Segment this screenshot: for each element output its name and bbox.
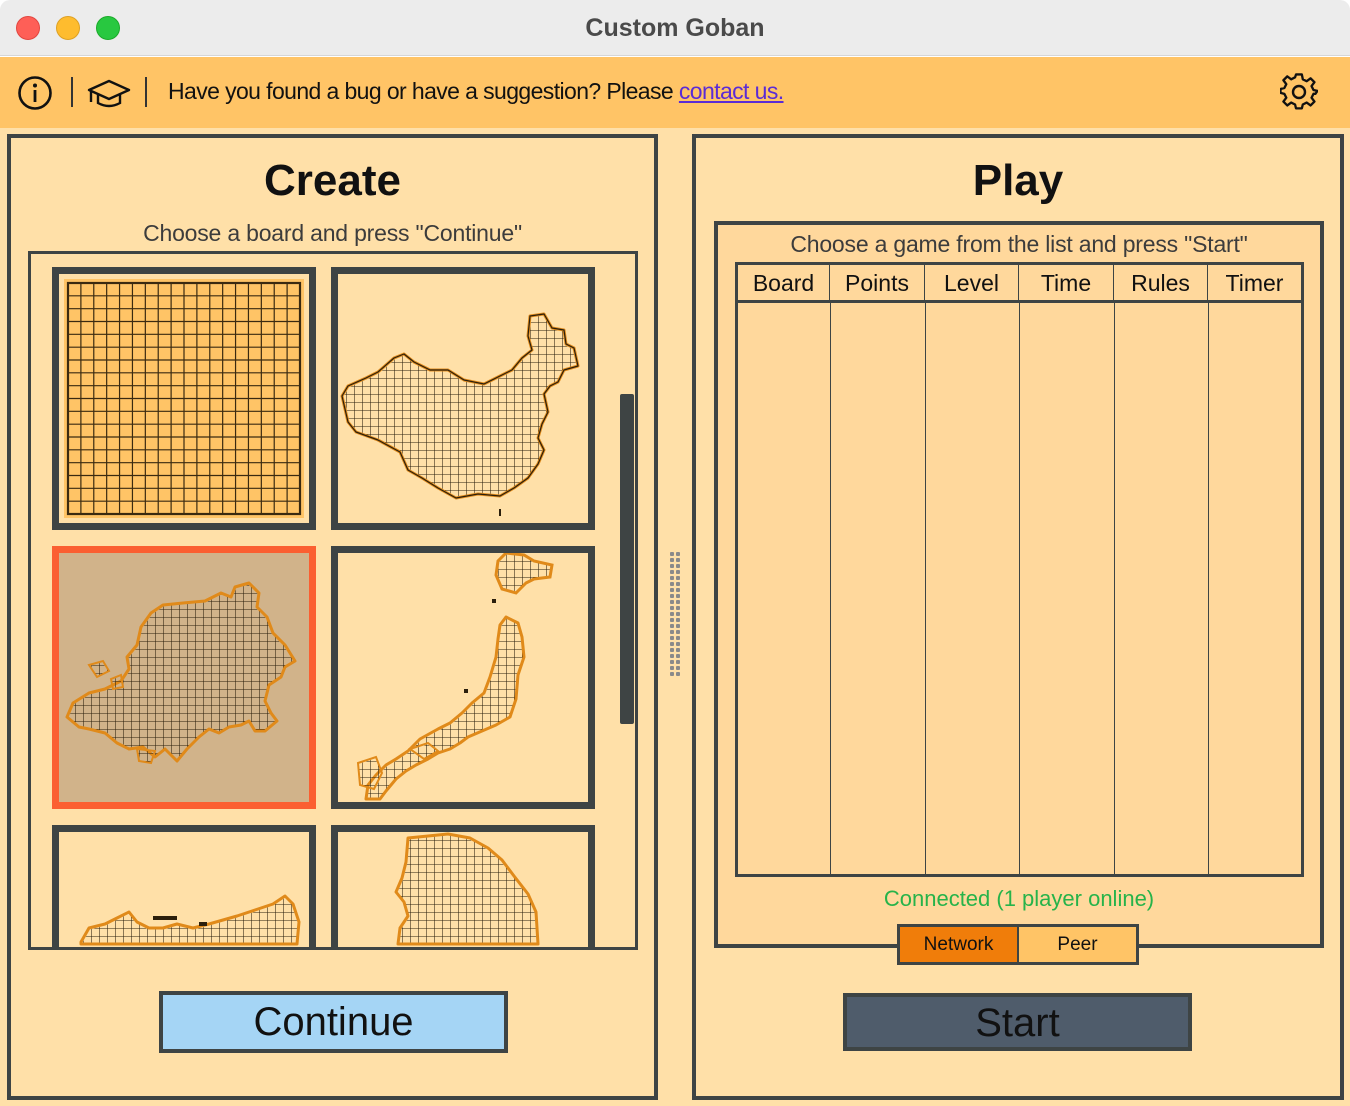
splitter-grip-dot [670, 660, 674, 664]
title-bar: Custom Goban [0, 0, 1350, 56]
splitter-grip-dot [676, 672, 680, 676]
column-divider [925, 303, 926, 874]
splitter-grip-dot [670, 558, 674, 562]
play-panel: Play Choose a game from the list and pre… [692, 134, 1344, 1100]
splitter-grip-dot [670, 582, 674, 586]
splitter-grip-dot [670, 588, 674, 592]
start-button[interactable]: Start [843, 993, 1192, 1051]
column-divider [1114, 303, 1115, 874]
splitter-grip-dot [670, 618, 674, 622]
column-divider [830, 303, 831, 874]
splitter-grip-dot [670, 642, 674, 646]
japan-map-preview [356, 553, 554, 801]
feedback-message: Have you found a bug or have a suggestio… [168, 78, 784, 105]
separator [145, 77, 147, 107]
splitter-grip-dot [670, 576, 674, 580]
board-tile-korea[interactable] [331, 825, 595, 947]
splitter-grip-dot [670, 672, 674, 676]
splitter-grip-dot [676, 666, 680, 670]
board-gallery[interactable] [28, 251, 638, 950]
info-bar: Have you found a bug or have a suggestio… [0, 57, 1350, 128]
info-icon[interactable] [17, 75, 53, 111]
games-table-header: Board Points Level Time Rules Timer [738, 265, 1301, 303]
splitter-grip-dot [676, 600, 680, 604]
splitter-grip-dot [676, 612, 680, 616]
splitter-grip-dot [676, 582, 680, 586]
splitter-grip-dot [670, 636, 674, 640]
splitter-grip-dot [676, 624, 680, 628]
splitter-grip-dot [670, 600, 674, 604]
create-panel: Create Choose a board and press "Continu… [7, 134, 658, 1100]
play-instruction: Choose a game from the list and press "S… [790, 231, 1248, 257]
games-table[interactable]: Board Points Level Time Rules Timer [735, 262, 1304, 877]
china-map-preview [340, 312, 580, 516]
column-divider [1208, 303, 1209, 874]
column-header-points[interactable]: Points [830, 265, 925, 300]
create-instruction: Choose a board and press "Continue" [143, 220, 522, 246]
splitter-grip-dot [676, 642, 680, 646]
mode-toggle[interactable]: Network Peer [897, 924, 1139, 965]
connection-status: Connected (1 player online) [883, 886, 1155, 911]
splitter-grip-dot [676, 564, 680, 568]
splitter-grip-dot [670, 630, 674, 634]
splitter-grip-dot [670, 624, 674, 628]
board-tile-china[interactable] [331, 267, 595, 530]
splitter-grip-dot [670, 552, 674, 556]
column-header-time[interactable]: Time [1019, 265, 1114, 300]
create-title: Create [264, 156, 401, 205]
splitter-grip-dot [670, 666, 674, 670]
splitter-grip-dot [676, 660, 680, 664]
play-title: Play [972, 156, 1064, 205]
contact-us-link[interactable]: contact us. [679, 78, 784, 104]
splitter-grip-dot [670, 612, 674, 616]
splitter-grip-dot [676, 636, 680, 640]
splitter-grip-dot [676, 588, 680, 592]
splitter-grip-dot [676, 570, 680, 574]
board-tile-square[interactable] [52, 267, 316, 530]
splitter-grip-dot [676, 594, 680, 598]
splitter-grip-dot [670, 654, 674, 658]
board-tile-europe[interactable] [52, 546, 316, 809]
splitter-grip-dot [670, 594, 674, 598]
splitter-grip-dot [670, 648, 674, 652]
splitter-grip-dot [670, 564, 674, 568]
splitter-grip-dot [676, 618, 680, 622]
network-mode-button[interactable]: Network [900, 927, 1019, 962]
europe-map-preview [65, 581, 297, 765]
russia-map-preview [79, 894, 301, 946]
board-gallery-scrollbar[interactable] [620, 394, 634, 724]
splitter-grip-dot [676, 654, 680, 658]
peer-mode-button[interactable]: Peer [1019, 927, 1136, 962]
column-header-level[interactable]: Level [925, 265, 1019, 300]
splitter-grip-dot [670, 606, 674, 610]
column-header-rules[interactable]: Rules [1114, 265, 1208, 300]
graduation-cap-icon[interactable] [86, 75, 132, 111]
splitter-grip-dot [676, 648, 680, 652]
splitter-grip-dot [676, 606, 680, 610]
feedback-text: Have you found a bug or have a suggestio… [168, 78, 679, 104]
panel-splitter-handle[interactable] [668, 552, 682, 680]
board-tile-russia[interactable] [52, 825, 316, 947]
splitter-grip-dot [676, 558, 680, 562]
gear-icon[interactable] [1280, 73, 1318, 111]
splitter-grip-dot [676, 630, 680, 634]
window-title: Custom Goban [585, 14, 765, 42]
continue-button[interactable]: Continue [159, 991, 508, 1053]
column-divider [1019, 303, 1020, 874]
splitter-grip-dot [670, 570, 674, 574]
korea-map-preview [394, 832, 540, 946]
splitter-grip-dot [676, 552, 680, 556]
splitter-grip-dot [676, 576, 680, 580]
square-board-preview [59, 274, 309, 523]
board-tile-japan[interactable] [331, 546, 595, 809]
separator [71, 77, 73, 107]
column-header-board[interactable]: Board [738, 265, 830, 300]
game-list-box: Choose a game from the list and press "S… [714, 221, 1324, 948]
column-header-timer[interactable]: Timer [1208, 265, 1301, 300]
